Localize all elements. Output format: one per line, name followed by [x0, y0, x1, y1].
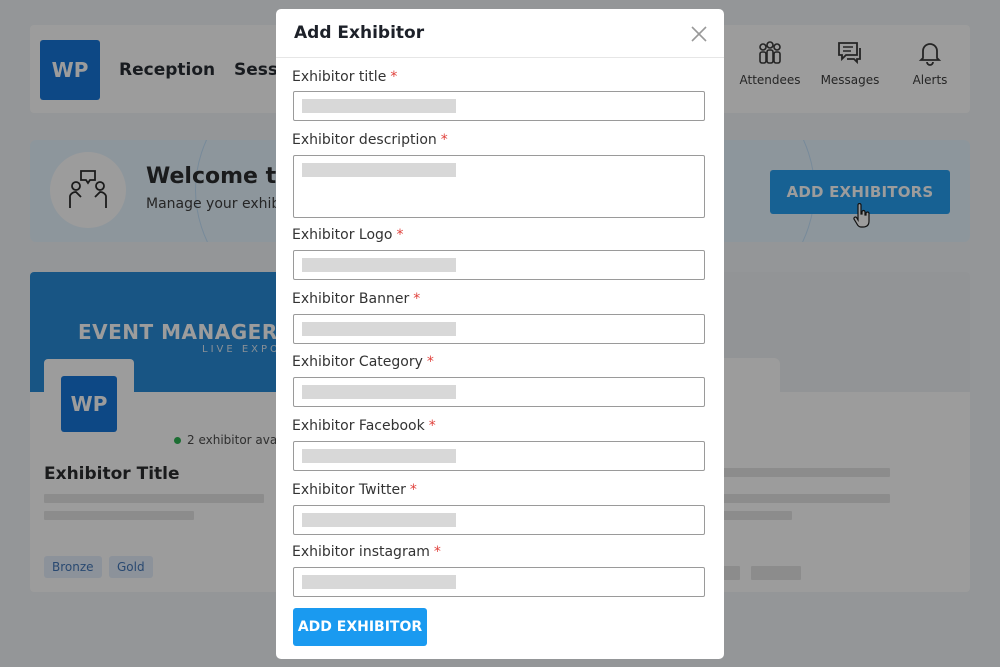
required-mark: *: [440, 132, 448, 148]
modal-header: Add Exhibitor: [276, 9, 724, 58]
exhibitor-banner-label-text: Exhibitor Banner: [292, 291, 410, 307]
required-mark: *: [396, 227, 404, 243]
close-icon[interactable]: [690, 25, 708, 43]
exhibitor-instagram-label-text: Exhibitor instagram: [292, 544, 430, 560]
input-placeholder: [302, 258, 456, 272]
add-exhibitor-modal: Add Exhibitor Exhibitor title * Exhibitor…: [276, 9, 724, 659]
exhibitor-instagram-label: Exhibitor instagram *: [292, 544, 441, 560]
required-mark: *: [433, 544, 441, 560]
input-placeholder: [302, 163, 456, 177]
required-mark: *: [409, 482, 417, 498]
exhibitor-title-label-text: Exhibitor title: [292, 69, 387, 85]
exhibitor-facebook-label: Exhibitor Facebook *: [292, 418, 436, 434]
exhibitor-banner-input[interactable]: [293, 314, 705, 344]
exhibitor-facebook-input[interactable]: [293, 441, 705, 471]
exhibitor-description-textarea[interactable]: [293, 155, 705, 218]
input-placeholder: [302, 385, 456, 399]
required-mark: *: [390, 69, 398, 85]
exhibitor-description-label: Exhibitor description *: [292, 132, 448, 148]
exhibitor-facebook-label-text: Exhibitor Facebook: [292, 418, 425, 434]
required-mark: *: [413, 291, 421, 307]
input-placeholder: [302, 513, 456, 527]
exhibitor-logo-input[interactable]: [293, 250, 705, 280]
exhibitor-category-label: Exhibitor Category *: [292, 354, 434, 370]
exhibitor-twitter-input[interactable]: [293, 505, 705, 535]
add-exhibitor-submit-button[interactable]: ADD EXHIBITOR: [293, 608, 427, 646]
exhibitor-description-label-text: Exhibitor description: [292, 132, 437, 148]
exhibitor-title-input[interactable]: [293, 91, 705, 121]
exhibitor-twitter-label-text: Exhibitor Twitter: [292, 482, 406, 498]
required-mark: *: [428, 418, 436, 434]
required-mark: *: [426, 354, 434, 370]
exhibitor-twitter-label: Exhibitor Twitter *: [292, 482, 417, 498]
exhibitor-banner-label: Exhibitor Banner *: [292, 291, 420, 307]
exhibitor-instagram-input[interactable]: [293, 567, 705, 597]
input-placeholder: [302, 449, 456, 463]
exhibitor-logo-label: Exhibitor Logo *: [292, 227, 404, 243]
input-placeholder: [302, 322, 456, 336]
exhibitor-logo-label-text: Exhibitor Logo: [292, 227, 393, 243]
input-placeholder: [302, 575, 456, 589]
input-placeholder: [302, 99, 456, 113]
exhibitor-title-label: Exhibitor title *: [292, 69, 397, 85]
exhibitor-category-input[interactable]: [293, 377, 705, 407]
modal-title: Add Exhibitor: [294, 23, 425, 43]
exhibitor-category-label-text: Exhibitor Category: [292, 354, 423, 370]
